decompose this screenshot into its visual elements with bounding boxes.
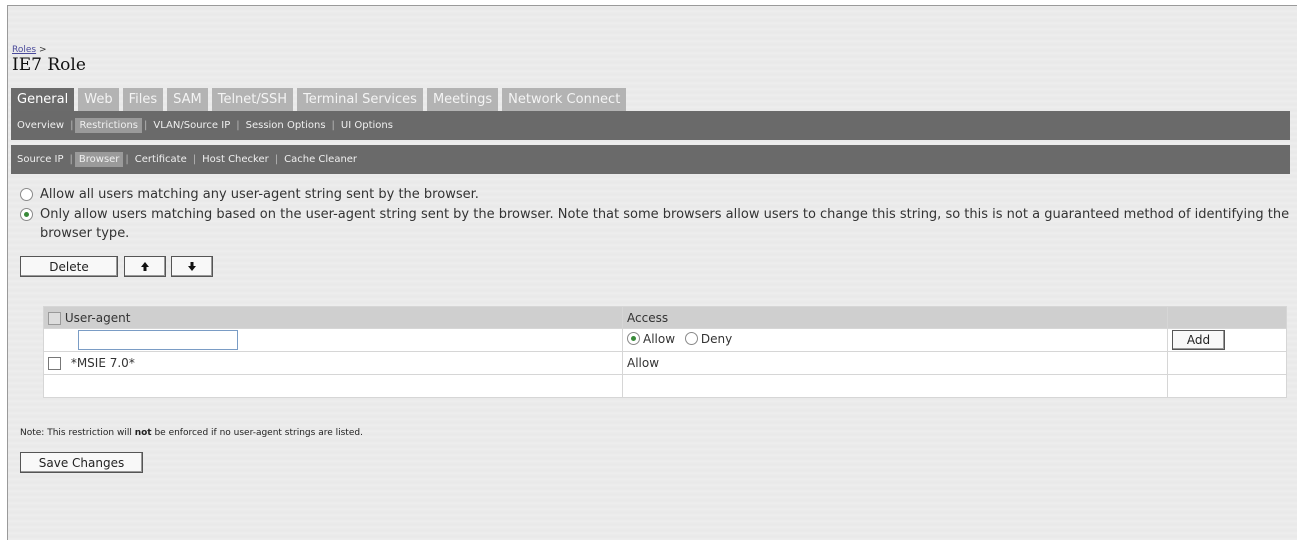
page-title: IE7 Role xyxy=(12,55,86,75)
empty-cell xyxy=(43,374,623,398)
new-access-cell: Allow Deny xyxy=(622,328,1168,352)
option-only-allow: Only allow users matching based on the u… xyxy=(20,205,1290,243)
new-entry-row: Allow Deny Add xyxy=(43,328,1287,352)
allow-radio[interactable] xyxy=(627,332,640,346)
subnav-vlan-source-ip[interactable]: VLAN/Source IP xyxy=(147,120,236,131)
save-changes-button[interactable]: Save Changes xyxy=(20,452,143,473)
subnav-divider: | xyxy=(69,154,73,165)
tab-meetings[interactable]: Meetings xyxy=(426,88,499,111)
subnav-overview[interactable]: Overview xyxy=(11,120,70,131)
restriction-note: Note: This restriction will not be enfor… xyxy=(20,428,363,438)
table-row: *MSIE 7.0* Allow xyxy=(43,351,1287,375)
select-all-checkbox[interactable] xyxy=(48,311,61,325)
empty-cell xyxy=(622,374,1168,398)
subnav-primary: Overview | Restrictions | VLAN/Source IP | … xyxy=(11,111,1290,140)
allow-option[interactable]: Allow xyxy=(627,332,675,346)
user-agent-input[interactable] xyxy=(78,330,238,350)
tab-telnet-ssh[interactable]: Telnet/SSH xyxy=(211,88,294,111)
move-up-button[interactable] xyxy=(124,256,166,277)
tab-files[interactable]: Files xyxy=(122,88,164,111)
add-button[interactable]: Add xyxy=(1172,330,1225,350)
subnav-divider: | xyxy=(70,120,74,131)
subnav-source-ip[interactable]: Source IP xyxy=(11,154,70,165)
table-header: User-agent Access xyxy=(43,306,1287,329)
deny-label: Deny xyxy=(700,331,733,346)
note-suffix: be enforced if no user-agent strings are… xyxy=(151,428,363,438)
access-cell: Allow xyxy=(622,351,1168,375)
tab-sam[interactable]: SAM xyxy=(167,88,208,111)
move-down-button[interactable] xyxy=(171,256,213,277)
deny-option[interactable]: Deny xyxy=(684,331,733,346)
arrow-down-icon xyxy=(188,262,196,271)
deny-radio[interactable] xyxy=(684,332,698,346)
arrow-up-icon xyxy=(141,262,149,271)
empty-cell xyxy=(1167,374,1287,398)
tab-terminal-services[interactable]: Terminal Services xyxy=(297,88,423,111)
only-allow-label: Only allow users matching based on the u… xyxy=(40,207,1290,241)
subnav-secondary: Source IP | Browser | Certificate | Host Ch… xyxy=(11,145,1290,174)
tab-general[interactable]: General xyxy=(11,88,75,111)
empty-row xyxy=(43,374,1287,398)
allow-all-label: Allow all users matching any user-agent … xyxy=(40,187,479,202)
note-prefix: Note: This restriction will xyxy=(20,428,135,438)
subnav-session-options[interactable]: Session Options xyxy=(240,120,332,131)
tab-network-connect[interactable]: Network Connect xyxy=(502,88,627,111)
allow-label: Allow xyxy=(643,331,676,346)
subnav-cache-cleaner[interactable]: Cache Cleaner xyxy=(278,154,363,165)
action-column-header xyxy=(1167,306,1287,329)
add-cell: Add xyxy=(1167,328,1287,352)
note-bold: not xyxy=(134,428,152,438)
allow-all-radio[interactable] xyxy=(20,188,33,201)
subnav-restrictions[interactable]: Restrictions xyxy=(75,118,143,133)
user-agent-column-header: User-agent xyxy=(43,306,623,329)
delete-button[interactable]: Delete xyxy=(20,256,118,277)
subnav-ui-options[interactable]: UI Options xyxy=(335,120,399,131)
main-tabs: General Web Files SAM Telnet/SSH Termina… xyxy=(11,88,630,111)
subnav-host-checker[interactable]: Host Checker xyxy=(196,154,275,165)
user-agent-value: *MSIE 7.0* xyxy=(70,356,135,370)
tab-web[interactable]: Web xyxy=(78,88,119,111)
option-allow-all: Allow all users matching any user-agent … xyxy=(20,185,1290,204)
user-agent-header-label: User-agent xyxy=(64,310,131,325)
breadcrumb-separator: > xyxy=(38,45,47,55)
row-checkbox[interactable] xyxy=(48,357,61,370)
breadcrumb-roles-link[interactable]: Roles xyxy=(12,45,36,55)
user-agent-cell: *MSIE 7.0* xyxy=(43,351,623,375)
user-agent-table: User-agent Access Allow Deny Add *MSIE 7… xyxy=(43,306,1287,398)
access-column-header: Access xyxy=(622,306,1168,329)
subnav-certificate[interactable]: Certificate xyxy=(129,154,193,165)
new-user-agent-cell xyxy=(43,328,623,352)
subnav-browser[interactable]: Browser xyxy=(74,152,124,167)
only-allow-radio[interactable] xyxy=(20,208,33,221)
breadcrumb: Roles > xyxy=(12,45,47,55)
action-cell xyxy=(1167,351,1287,375)
